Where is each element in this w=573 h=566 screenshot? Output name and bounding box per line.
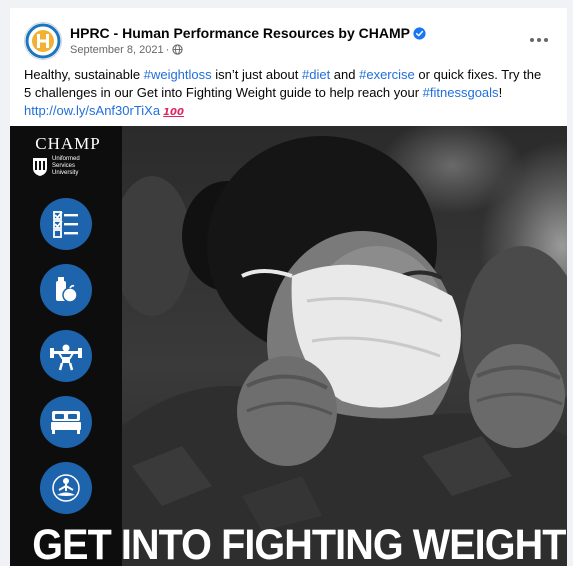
meta-separator: · [165,44,170,56]
post-date[interactable]: September 8, 2021 [70,44,164,56]
more-options-button[interactable] [527,30,551,50]
checklist-icon [40,198,92,250]
nutrition-icon [40,264,92,316]
hashtag-link[interactable]: #weightloss [144,67,212,82]
verified-badge-icon [413,27,426,40]
more-dot-icon [530,38,534,42]
more-dot-icon [537,38,541,42]
masked-soldier-illustration [112,136,567,566]
usu-logo: Uniformed Services University [32,156,104,177]
champ-logo: CHAMP Uniformed Services University [32,134,104,177]
meditation-icon [40,462,92,514]
post-card: HPRC - Human Performance Resources by CH… [10,8,567,566]
page-avatar[interactable] [24,22,62,60]
post-text-segment: isn’t just about [211,67,302,82]
usu-line: University [52,170,79,176]
sleep-icon [40,396,92,448]
graphic-sidebar: CHAMP Uniformed Services University [10,126,122,566]
hashtag-link[interactable]: #exercise [359,67,415,82]
graphic-headline: GET INTO FIGHTING WEIGHT [32,521,566,566]
page-name[interactable]: HPRC - Human Performance Resources by CH… [70,25,410,41]
post-text-segment: Healthy, sustainable [24,67,144,82]
post-meta: September 8, 2021 · [70,44,183,56]
more-dot-icon [544,38,548,42]
public-globe-icon[interactable] [172,44,183,55]
usu-line: Uniformed [52,156,80,162]
hundred-points-emoji-icon: 100 [163,107,184,118]
post-image[interactable]: CHAMP Uniformed Services University GET … [10,126,567,566]
url-link[interactable]: http://ow.ly/sAnf30rTiXa [24,103,160,118]
usu-shield-icon [33,157,47,176]
usu-text: Uniformed Services University [52,156,80,177]
weightlifting-icon [40,330,92,382]
post-text-segment: and [330,67,360,82]
usu-line: Services [52,163,76,169]
soldier-photo [112,126,567,566]
hashtag-link[interactable]: #fitnessgoals [423,85,499,100]
post-text-segment: ! [498,85,503,100]
hprc-logo-icon [25,23,61,59]
post-body-text: Healthy, sustainable #weightloss isn’t j… [24,66,552,122]
champ-wordmark: CHAMP [35,134,101,153]
page-name-link[interactable]: HPRC - Human Performance Resources by CH… [70,25,426,41]
post-header: HPRC - Human Performance Resources by CH… [24,22,553,62]
hashtag-link[interactable]: #diet [302,67,330,82]
